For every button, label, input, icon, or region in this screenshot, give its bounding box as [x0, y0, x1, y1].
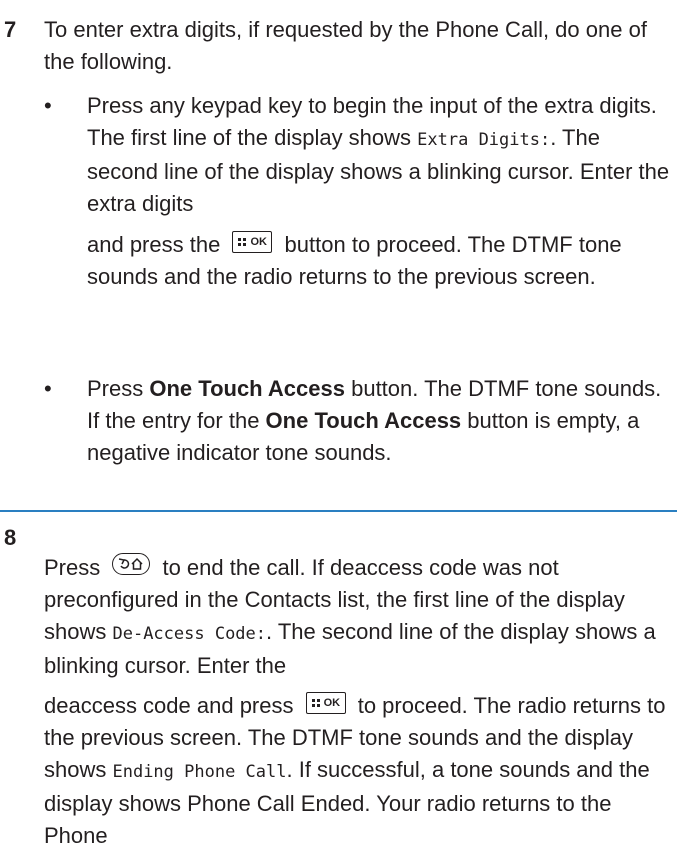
- display-text-extra-digits: Extra Digits:: [417, 130, 551, 150]
- menu-ok-key-icon: OK: [232, 231, 273, 254]
- bullet-marker: •: [44, 93, 52, 118]
- step-number: 7: [4, 17, 17, 42]
- bullet-marker: •: [44, 376, 52, 401]
- step-divider: [0, 510, 677, 512]
- step-8-text-continued: deaccess code and press OK to proceed. T…: [44, 692, 666, 848]
- step-8-text: Press to end the call. If deaccess code …: [44, 553, 656, 678]
- menu-ok-key-icon: OK: [305, 692, 346, 715]
- bullet-item-one-touch: Press One Touch Access button. The DTMF …: [87, 376, 662, 465]
- bullet-item-keypad-continued: and press the OK button to proceed. The …: [87, 231, 622, 289]
- step-number: 8: [4, 525, 17, 550]
- step-intro: To enter extra digits, if requested by t…: [44, 17, 647, 74]
- bullet-item-keypad: Press any keypad key to begin the input …: [87, 93, 670, 216]
- display-text-deaccess-code: De-Access Code:: [112, 624, 267, 644]
- back-home-key-icon: [112, 553, 151, 576]
- display-text-ending-phone-call: Ending Phone Call: [112, 762, 287, 782]
